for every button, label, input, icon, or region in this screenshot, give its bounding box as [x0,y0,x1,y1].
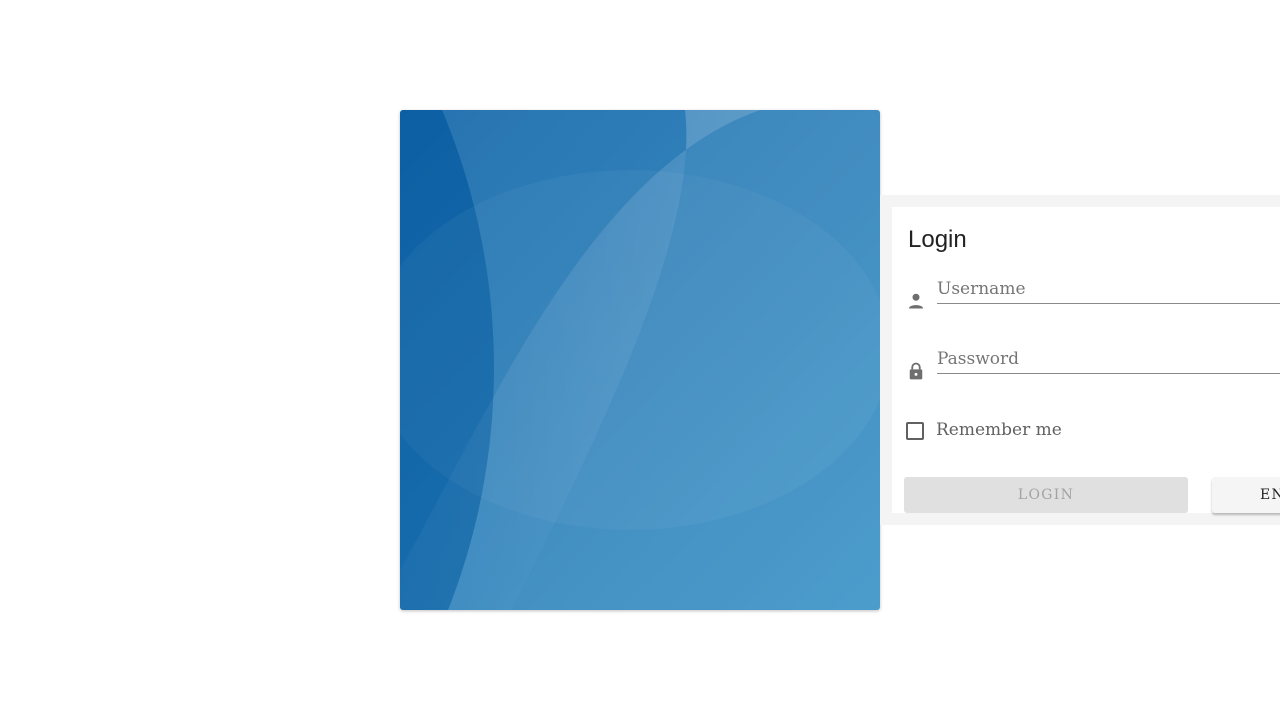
background-artwork [400,110,880,610]
remember-me-label[interactable]: Remember me [936,419,1062,441]
person-icon [906,291,926,311]
login-button[interactable]: LOGIN [904,477,1188,513]
blue-wave-artwork [400,110,880,610]
lock-icon [906,361,926,381]
language-button[interactable]: EN [1212,477,1280,513]
login-title: Login [908,226,967,253]
login-page: Login Remember me LOGIN EN [0,0,1280,720]
login-panel: Login Remember me LOGIN EN [880,195,1280,525]
remember-me-checkbox[interactable] [906,422,924,440]
login-card: Login Remember me LOGIN EN [892,207,1280,513]
username-field[interactable] [937,275,1280,304]
password-field[interactable] [937,345,1280,374]
